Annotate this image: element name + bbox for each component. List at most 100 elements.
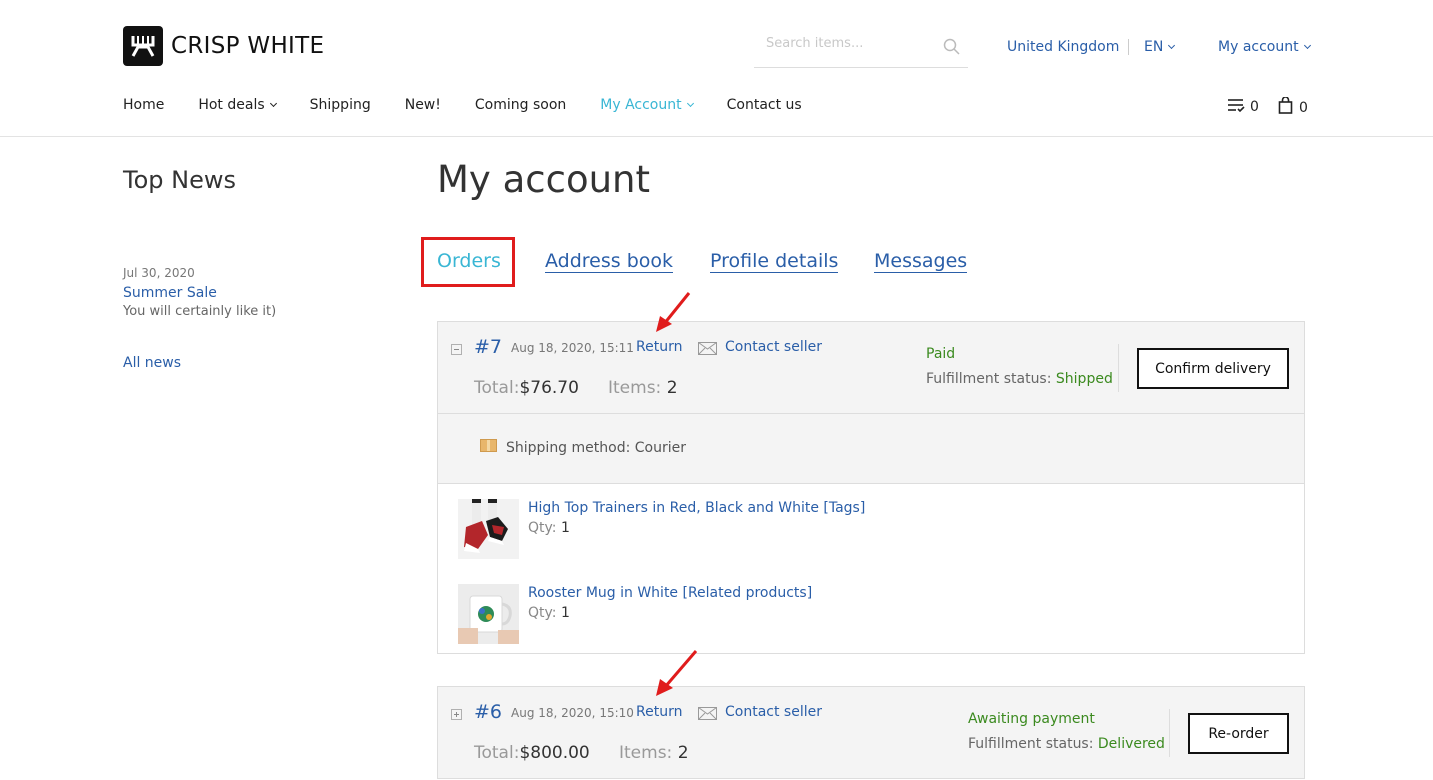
page-title: My account — [437, 158, 650, 201]
order-header: #6 Aug 18, 2020, 15:10 Return Contact se… — [438, 687, 1304, 778]
order-number[interactable]: #6 — [474, 701, 502, 723]
contact-seller-link[interactable]: Contact seller — [725, 339, 822, 355]
fulfillment-value: Delivered — [1097, 736, 1165, 752]
annotation-arrow-icon — [656, 650, 698, 696]
logo-icon — [123, 26, 163, 66]
news-title-link[interactable]: Summer Sale — [123, 285, 217, 301]
wishlist-count: 0 — [1250, 99, 1259, 115]
nav-home[interactable]: Home — [123, 97, 164, 113]
order-card: #6 Aug 18, 2020, 15:10 Return Contact se… — [437, 686, 1305, 779]
country-selector[interactable]: United Kingdom — [1007, 39, 1119, 55]
order-header: #7 Aug 18, 2020, 15:11 Return Contact se… — [438, 322, 1304, 413]
annotation-highlight-box — [421, 237, 515, 287]
order-items: Items: 2 — [608, 378, 678, 398]
order-card: #7 Aug 18, 2020, 15:11 Return Contact se… — [437, 321, 1305, 654]
tab-profile-details[interactable]: Profile details — [710, 250, 839, 273]
sidebar-title: Top News — [123, 166, 236, 194]
confirm-delivery-button[interactable]: Confirm delivery — [1137, 348, 1289, 389]
items-value: 2 — [677, 743, 689, 763]
account-menu[interactable]: My account — [1218, 39, 1311, 55]
total-value: $76.70 — [519, 378, 579, 398]
re-order-button[interactable]: Re-order — [1188, 713, 1289, 754]
nav-coming-soon[interactable]: Coming soon — [475, 97, 566, 113]
product-link[interactable]: Rooster Mug in White [Related products] — [528, 585, 812, 601]
tab-messages[interactable]: Messages — [874, 250, 968, 273]
return-link[interactable]: Return — [636, 339, 682, 355]
nav-new[interactable]: New! — [405, 97, 441, 113]
divider — [1169, 709, 1170, 757]
total-label: Total: — [474, 378, 520, 398]
search-input[interactable] — [766, 36, 936, 51]
shipping-label: Shipping method: — [506, 440, 631, 456]
search-box — [754, 28, 968, 68]
language-label: EN — [1144, 39, 1164, 55]
bag-icon — [1278, 96, 1293, 118]
wishlist-button[interactable]: 0 — [1227, 97, 1259, 117]
nav-shipping[interactable]: Shipping — [310, 97, 371, 113]
chevron-down-icon — [686, 99, 694, 108]
items-label: Items: — [608, 378, 662, 398]
chevron-down-icon — [1303, 41, 1311, 50]
items-label: Items: — [619, 743, 673, 763]
contact-seller-link[interactable]: Contact seller — [725, 704, 822, 720]
order-date: Aug 18, 2020, 15:11 — [511, 341, 634, 355]
shipping-row: Shipping method: Courier — [438, 413, 1304, 483]
product-link[interactable]: High Top Trainers in Red, Black and Whit… — [528, 500, 865, 516]
fulfillment-label: Fulfillment status: — [968, 736, 1094, 752]
order-items: Items: 2 — [619, 743, 689, 763]
main-nav: Home Hot deals Shipping New! Coming soon… — [123, 97, 836, 113]
account-label: My account — [1218, 39, 1299, 55]
all-news-link[interactable]: All news — [123, 355, 181, 371]
chevron-down-icon — [1168, 41, 1176, 50]
total-label: Total: — [474, 743, 520, 763]
brand-name: CRISP WHITE — [171, 33, 325, 59]
order-total: Total:$800.00 — [474, 743, 590, 763]
divider — [1118, 344, 1119, 392]
fulfillment-label: Fulfillment status: — [926, 371, 1052, 387]
envelope-icon — [698, 340, 717, 359]
nav-hot-deals-label: Hot deals — [198, 97, 265, 113]
nav-hot-deals[interactable]: Hot deals — [198, 97, 277, 113]
payment-status: Paid — [926, 346, 956, 362]
collapse-icon[interactable] — [451, 344, 462, 355]
order-date: Aug 18, 2020, 15:10 — [511, 706, 634, 720]
qty-value: 1 — [560, 520, 570, 536]
envelope-icon — [698, 705, 717, 724]
cart-count: 0 — [1299, 99, 1308, 116]
search-icon[interactable] — [943, 38, 960, 59]
language-selector[interactable]: EN — [1144, 39, 1176, 55]
country-label: United Kingdom — [1007, 39, 1120, 55]
expand-icon[interactable] — [451, 709, 462, 720]
product-image-trainers[interactable] — [458, 499, 519, 559]
payment-status: Awaiting payment — [968, 711, 1095, 727]
items-value: 2 — [666, 378, 678, 398]
annotation-arrow-icon — [656, 292, 691, 332]
order-products: High Top Trainers in Red, Black and Whit… — [438, 483, 1304, 653]
nav-my-account[interactable]: My Account — [600, 97, 694, 113]
divider — [1128, 39, 1129, 55]
product-image-mug[interactable] — [458, 584, 519, 644]
qty-value: 1 — [560, 605, 570, 621]
cart-button[interactable]: 0 — [1278, 96, 1308, 118]
product-qty: Qty: 1 — [528, 520, 570, 536]
box-icon — [480, 439, 497, 452]
news-date: Jul 30, 2020 — [123, 266, 195, 280]
chevron-down-icon — [269, 99, 277, 108]
news-description: You will certainly like it) — [123, 304, 277, 319]
product-qty: Qty: 1 — [528, 605, 570, 621]
shipping-method: Shipping method: Courier — [506, 440, 686, 456]
nav-contact-us[interactable]: Contact us — [727, 97, 802, 113]
order-number[interactable]: #7 — [474, 336, 502, 358]
logo[interactable]: CRISP WHITE — [123, 26, 324, 66]
tab-address-book[interactable]: Address book — [545, 250, 674, 273]
fulfillment-status: Fulfillment status: Delivered — [968, 736, 1165, 752]
return-link[interactable]: Return — [636, 704, 682, 720]
header-divider — [0, 136, 1433, 137]
qty-label: Qty: — [528, 520, 557, 536]
total-value: $800.00 — [519, 743, 590, 763]
list-icon — [1227, 97, 1245, 117]
fulfillment-status: Fulfillment status: Shipped — [926, 371, 1113, 387]
fulfillment-value: Shipped — [1055, 371, 1113, 387]
qty-label: Qty: — [528, 605, 557, 621]
order-total: Total:$76.70 — [474, 378, 579, 398]
